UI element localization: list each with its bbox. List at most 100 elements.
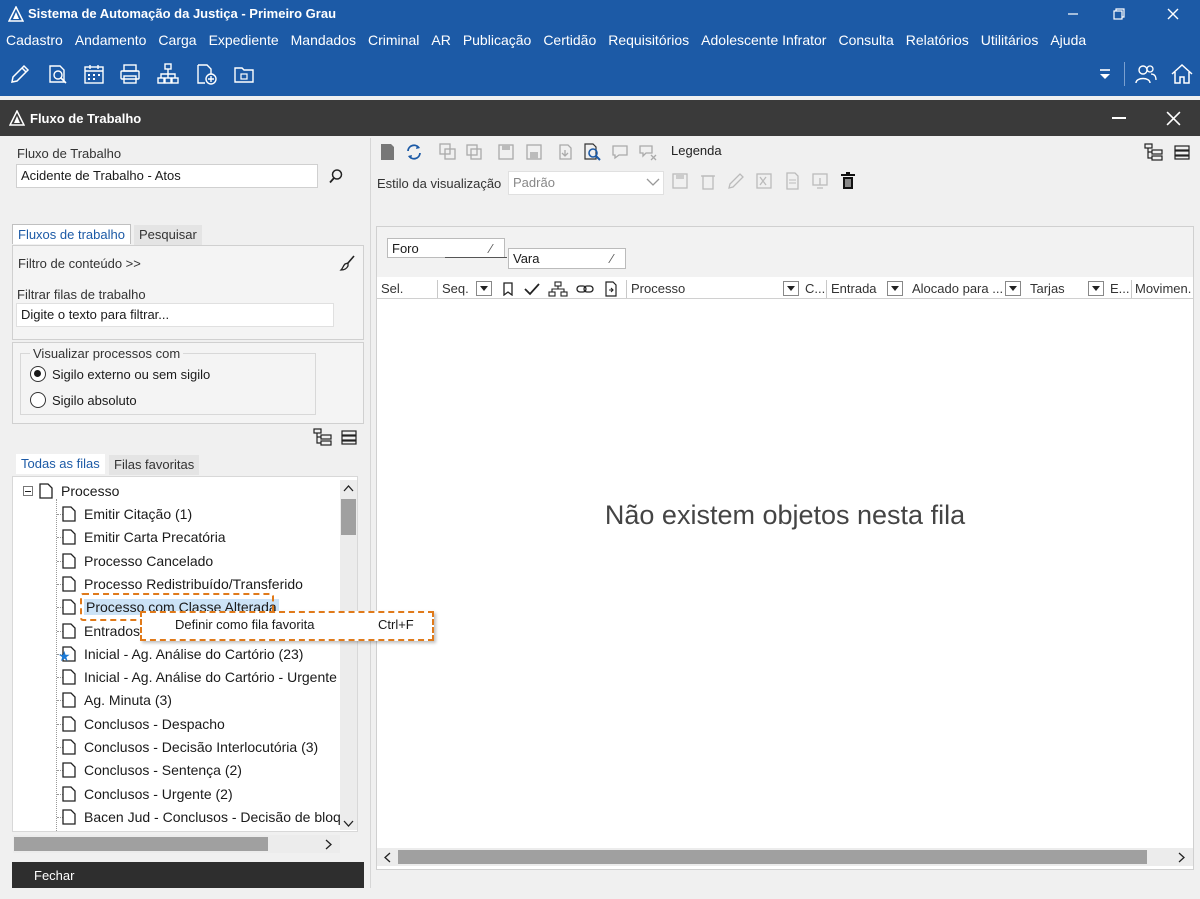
radio-sigilo-externo[interactable] [30,366,46,382]
delete-button[interactable] [838,171,858,191]
tree-item[interactable]: Conclusos - Despacho [62,713,225,735]
calendar-button[interactable] [82,62,106,86]
inner-close-icon[interactable] [1166,111,1181,126]
menu-expediente[interactable]: Expediente [209,32,279,48]
checkmark-icon[interactable] [524,282,540,296]
column-alocado-dropdown[interactable] [1005,281,1021,296]
tree-item[interactable]: Inicial - Ag. Análise do Cartório - Urge… [62,666,337,688]
view-style-select[interactable]: Padrão [508,171,664,195]
tree-scroll-thumb[interactable] [341,499,356,535]
menu-ajuda[interactable]: Ajuda [1050,32,1086,48]
collapse-tree-icon[interactable] [1174,145,1190,160]
menu-certidao[interactable]: Certidão [543,32,596,48]
home-button[interactable] [1170,62,1194,86]
view-edit-button[interactable] [726,171,746,191]
hierarchy-button[interactable] [156,62,180,86]
filter-input[interactable]: Digite o texto para filtrar... [16,303,334,327]
column-entrada-dropdown[interactable] [887,281,903,296]
save-as-button[interactable] [524,142,544,162]
new-item-button[interactable] [378,142,398,162]
print-button[interactable] [118,62,142,86]
scroll-right-icon[interactable] [1178,852,1186,863]
hierarchy-icon[interactable] [548,281,568,297]
inner-minimize-button[interactable] [1112,117,1126,119]
search-document-button[interactable] [46,62,70,86]
menu-mandados[interactable]: Mandados [291,32,356,48]
tree-collapse-toggle[interactable] [23,486,33,496]
column-tarjas[interactable]: Tarjas [1030,278,1065,298]
scroll-up-icon[interactable] [343,484,354,492]
column-seq[interactable]: Seq. [442,278,469,298]
tree-item[interactable]: Bacen Jud - Conclusos - Decisão de bloqu [62,806,340,828]
group-header-foro[interactable]: Foro ∕ [387,238,505,258]
tab-pesquisar[interactable]: Pesquisar [134,225,202,245]
tree-item[interactable]: Processo Redistribuído/Transferido [62,573,303,595]
export-button[interactable] [556,142,576,162]
menu-relatorios[interactable]: Relatórios [906,32,969,48]
expand-tree-icon[interactable] [313,428,333,446]
column-seq-dropdown[interactable] [476,281,492,296]
column-movimentacao[interactable]: Movimen... [1135,278,1191,298]
scroll-down-icon[interactable] [343,820,354,828]
refresh-button[interactable] [404,142,424,162]
remove-comment-button[interactable] [638,142,658,162]
view-save-button[interactable] [670,171,690,191]
minimize-button[interactable] [1050,0,1096,28]
link-icon[interactable] [576,282,594,296]
tree-item[interactable]: Processo Cancelado [62,550,213,572]
tree-item[interactable]: Ag. Minuta (3) [62,689,172,711]
column-entrada[interactable]: Entrada [831,278,877,298]
menu-criminal[interactable]: Criminal [368,32,419,48]
column-c[interactable]: C... [805,278,825,298]
tree-item[interactable]: Emitir Citação (1) [62,503,192,525]
menu-cadastro[interactable]: Cadastro [6,32,63,48]
tree-hscroll-thumb[interactable] [14,837,268,851]
view-import-button[interactable] [810,171,830,191]
document-arrow-icon[interactable] [603,281,621,297]
tree-item[interactable]: Conclusos - Urgente (2) [62,783,233,805]
menu-carga[interactable]: Carga [158,32,196,48]
chevron-down-icon[interactable] [646,178,660,187]
grid-hscroll-thumb[interactable] [398,850,1147,864]
toolbar-dropdown-button[interactable] [1096,64,1114,84]
restore-button[interactable] [1096,0,1142,28]
save-button[interactable] [496,142,516,162]
scroll-right-icon[interactable] [325,839,333,850]
menu-andamento[interactable]: Andamento [75,32,147,48]
users-button[interactable] [1134,62,1158,86]
collapse-tree-icon[interactable] [341,430,357,445]
scroll-left-icon[interactable] [383,852,391,863]
tab-filas-favoritas[interactable]: Filas favoritas [109,455,200,475]
column-e[interactable]: E... [1110,278,1130,298]
tree-item[interactable]: Inicial - Ag. Análise do Cartório (23) [62,643,303,665]
edit-document-button[interactable] [8,62,32,86]
copy-button[interactable] [438,142,458,162]
menu-item-definir-favorita[interactable]: Definir como fila favorita [175,617,314,632]
legend-button[interactable]: Legenda [671,143,722,158]
excel-export-button[interactable] [754,171,774,191]
tree-root-processo[interactable]: Processo [39,480,119,502]
tree-item[interactable]: Emitir Carta Precatória [62,526,226,548]
tree-item[interactable]: Conclusos - Sentença (2) [62,759,242,781]
column-alocado[interactable]: Alocado para ... [912,278,1003,298]
tree-item[interactable]: Conclusos - Decisão Interlocutória (3) [62,736,318,758]
menu-adolescente-infrator[interactable]: Adolescente Infrator [701,32,826,48]
close-button[interactable]: Fechar [12,862,364,888]
search-records-button[interactable] [582,142,602,162]
comment-button[interactable] [610,142,630,162]
column-processo-dropdown[interactable] [783,281,799,296]
tree-item[interactable]: Entrados [62,620,140,642]
menu-requisitorios[interactable]: Requisitórios [608,32,689,48]
content-filter-toggle[interactable]: Filtro de conteúdo >> [18,256,141,271]
group-header-vara[interactable]: Vara ∕ [508,248,626,269]
folder-button[interactable] [232,62,256,86]
tab-fluxos-de-trabalho[interactable]: Fluxos de trabalho [12,224,131,244]
column-tarjas-dropdown[interactable] [1088,281,1104,296]
workflow-field[interactable]: Acidente de Trabalho - Atos [16,164,318,188]
radio-sigilo-absoluto[interactable] [30,392,46,408]
brush-icon[interactable] [339,254,357,272]
column-sel[interactable]: Sel. [381,278,403,298]
search-icon[interactable] [328,168,344,184]
close-window-button[interactable] [1150,0,1196,28]
tab-todas-as-filas[interactable]: Todas as filas [16,454,105,474]
